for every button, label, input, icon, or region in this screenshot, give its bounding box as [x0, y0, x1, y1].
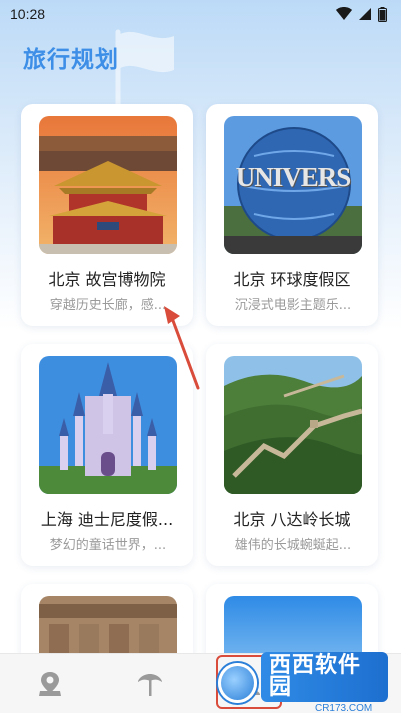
card-great-wall[interactable]: 北京 八达岭长城 雄伟的长城蜿蜒起... [206, 344, 378, 566]
card-title: 北京 八达岭长城 [233, 510, 351, 529]
card-universal-resort[interactable]: UNIVERS 北京 环球度假区 沉浸式电影主题乐... [206, 104, 378, 326]
card-description: 雄伟的长城蜿蜒起... [234, 538, 352, 553]
card-title: 北京 环球度假区 [233, 270, 351, 289]
card-description: 梦幻的童话世界，... [49, 538, 167, 553]
watermark-main-text: 西西软件园 [260, 652, 388, 702]
watermark-logo-icon [218, 663, 257, 703]
card-forbidden-city[interactable]: 北京 故宫博物院 穿越历史长廊，感... [21, 104, 193, 326]
annotation-arrow-icon [164, 306, 200, 390]
card-title: 上海 迪士尼度假... [40, 510, 174, 529]
card-terracotta[interactable] [21, 584, 193, 664]
great-wall-image [224, 356, 362, 494]
forbidden-city-image [39, 116, 177, 254]
card-title: 北京 故宫博物院 [48, 270, 166, 289]
tab-travel[interactable] [130, 666, 170, 702]
universal-sign-text: UNIVERS [235, 162, 352, 192]
tab-map[interactable] [30, 666, 70, 702]
watermark-text: 西西软件园 CR173.COM [260, 652, 388, 713]
watermark-sub-text: CR173.COM [314, 703, 373, 713]
site-watermark: 西西软件园 CR173.COM [218, 652, 388, 713]
map-pin-icon [39, 672, 61, 696]
palm-tree-icon [138, 674, 162, 696]
universal-globe-image: UNIVERS [224, 116, 362, 254]
card-description: 沉浸式电影主题乐... [234, 298, 352, 313]
disney-castle-image [39, 356, 177, 494]
